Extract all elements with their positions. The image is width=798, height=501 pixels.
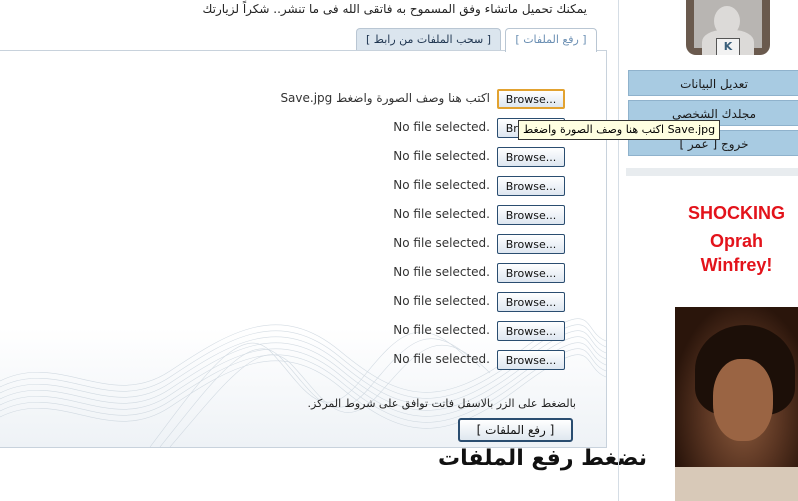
- avatar[interactable]: K: [686, 0, 770, 55]
- notice-text: يمكنك تحميل ماتشاء وفق المسموح به فاتقى …: [202, 2, 588, 16]
- browse-button[interactable]: Browse...: [497, 321, 565, 341]
- file-status: اكتب هنا وصف الصورة واضغط Save.jpg: [280, 91, 490, 105]
- browse-button[interactable]: Browse...: [497, 147, 565, 167]
- browse-button[interactable]: Browse...: [497, 292, 565, 312]
- terms-text: بالضغط على الزر بالاسفل فانت توافق على ش…: [307, 397, 576, 410]
- file-row: No file selected. Browse...: [0, 350, 580, 372]
- file-row: No file selected. Browse...: [0, 263, 580, 285]
- file-row: No file selected. Browse...: [0, 176, 580, 198]
- avatar-silhouette-head: [714, 6, 740, 36]
- browse-button[interactable]: Browse...: [497, 234, 565, 254]
- file-row: No file selected. Browse...: [0, 147, 580, 169]
- file-status: No file selected.: [393, 265, 490, 279]
- ad-photo-face: [713, 359, 773, 441]
- browse-button[interactable]: Browse...: [497, 176, 565, 196]
- instruction-caption: نضغط رفع الملفات: [438, 446, 648, 471]
- browse-button[interactable]: Browse...: [497, 205, 565, 225]
- tab-upload-files[interactable]: [ رفع الملفات ]: [505, 28, 597, 52]
- file-row: اكتب هنا وصف الصورة واضغط Save.jpg Browse…: [0, 89, 580, 111]
- file-status: No file selected.: [393, 323, 490, 337]
- browse-button[interactable]: Browse...: [497, 263, 565, 283]
- file-status: No file selected.: [393, 236, 490, 250]
- file-status: No file selected.: [393, 294, 490, 308]
- file-row: No file selected. Browse...: [0, 321, 580, 343]
- edit-profile-button[interactable]: تعديل البيانات: [628, 70, 798, 96]
- ad-line: SHOCKING: [687, 203, 785, 223]
- tab-pull-from-link[interactable]: [ سحب الملفات من رابط ]: [356, 28, 501, 51]
- ad-photo: [675, 307, 798, 501]
- file-status: No file selected.: [393, 207, 490, 221]
- ad-line: Winfrey!: [700, 255, 773, 275]
- file-status: No file selected.: [393, 352, 490, 366]
- file-status: No file selected.: [393, 149, 490, 163]
- file-row: No file selected. Browse...: [0, 292, 580, 314]
- browse-button[interactable]: Browse...: [497, 350, 565, 370]
- avatar-logo: K: [716, 38, 740, 55]
- column-divider: [618, 0, 619, 501]
- browse-button[interactable]: Browse...: [497, 89, 565, 109]
- ad-line: Oprah: [709, 231, 763, 251]
- file-row: No file selected. Browse...: [0, 205, 580, 227]
- upload-files-button[interactable]: [ رفع الملفات ]: [458, 418, 573, 442]
- top-notice: يمكنك تحميل ماتشاء وفق المسموح به فاتقى …: [0, 0, 605, 28]
- file-status: No file selected.: [393, 120, 490, 134]
- ad-photo-collar: [675, 467, 798, 501]
- file-row: No file selected. Browse...: [0, 234, 580, 256]
- advertisement[interactable]: SHOCKING Oprah Winfrey!: [675, 183, 798, 501]
- file-tooltip: اكتب هنا وصف الصورة واضغط Save.jpg: [518, 120, 721, 140]
- file-status: No file selected.: [393, 178, 490, 192]
- file-row: No file selected.Browse...: [0, 118, 580, 140]
- sidebar-separator: [626, 168, 798, 176]
